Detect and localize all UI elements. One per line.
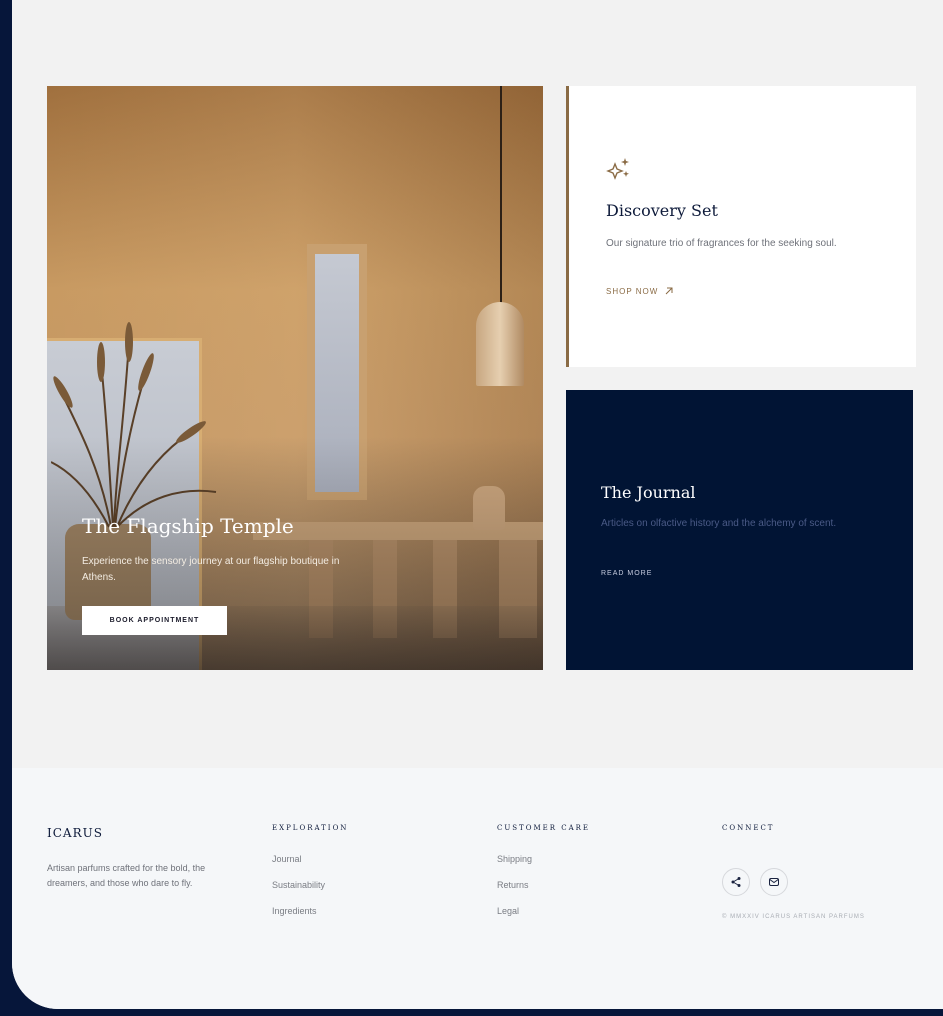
exploration-heading: EXPLORATION xyxy=(272,824,349,832)
connect-heading: CONNECT xyxy=(722,824,775,832)
footer-customer-care-column: CUSTOMER CARE Shipping Returns Legal xyxy=(497,824,590,932)
journal-description: Articles on olfactive history and the al… xyxy=(601,518,837,529)
mail-button[interactable] xyxy=(760,868,788,896)
sparkle-icon xyxy=(606,158,629,180)
footer-link-returns[interactable]: Returns xyxy=(497,880,590,890)
book-appointment-button[interactable]: BOOK APPOINTMENT xyxy=(82,606,227,635)
shop-now-label: SHOP NOW xyxy=(606,286,659,296)
hero-title: The Flagship Temple xyxy=(82,514,294,538)
footer-connect-column: CONNECT xyxy=(722,824,774,854)
footer-tagline: Artisan parfums crafted for the bold, th… xyxy=(47,863,206,888)
discovery-title: Discovery Set xyxy=(606,201,718,220)
footer-brand: ICARUS xyxy=(47,826,103,840)
mail-icon xyxy=(769,878,779,886)
footer-copyright: © MMXXIV ICARUS ARTISAN PARFUMS xyxy=(722,914,865,920)
site-footer: ICARUS Artisan parfums crafted for the b… xyxy=(12,768,943,1009)
journal-card[interactable]: The Journal Articles on olfactive histor… xyxy=(566,390,913,670)
discovery-set-card[interactable]: Discovery Set Our signature trio of frag… xyxy=(566,86,916,367)
footer-link-sustainability[interactable]: Sustainability xyxy=(272,880,348,890)
arrow-up-right-icon xyxy=(665,287,673,295)
footer-link-shipping[interactable]: Shipping xyxy=(497,854,590,864)
customer-care-heading: CUSTOMER CARE xyxy=(497,824,591,832)
flagship-hero-card[interactable]: The Flagship Temple Experience the senso… xyxy=(47,86,543,670)
read-more-link[interactable]: READ MORE xyxy=(601,570,652,577)
discovery-description: Our signature trio of fragrances for the… xyxy=(606,238,837,249)
footer-exploration-column: EXPLORATION Journal Sustainability Ingre… xyxy=(272,824,348,932)
shop-now-link[interactable]: SHOP NOW xyxy=(606,286,674,296)
hero-description: Experience the sensory journey at our fl… xyxy=(82,556,340,583)
footer-link-legal[interactable]: Legal xyxy=(497,906,590,916)
share-icon xyxy=(731,877,741,887)
footer-link-ingredients[interactable]: Ingredients xyxy=(272,906,348,916)
social-icons xyxy=(722,868,788,896)
journal-title: The Journal xyxy=(601,483,696,502)
share-button[interactable] xyxy=(722,868,750,896)
footer-link-journal[interactable]: Journal xyxy=(272,854,348,864)
page-frame: The Flagship Temple Experience the senso… xyxy=(12,0,943,1009)
